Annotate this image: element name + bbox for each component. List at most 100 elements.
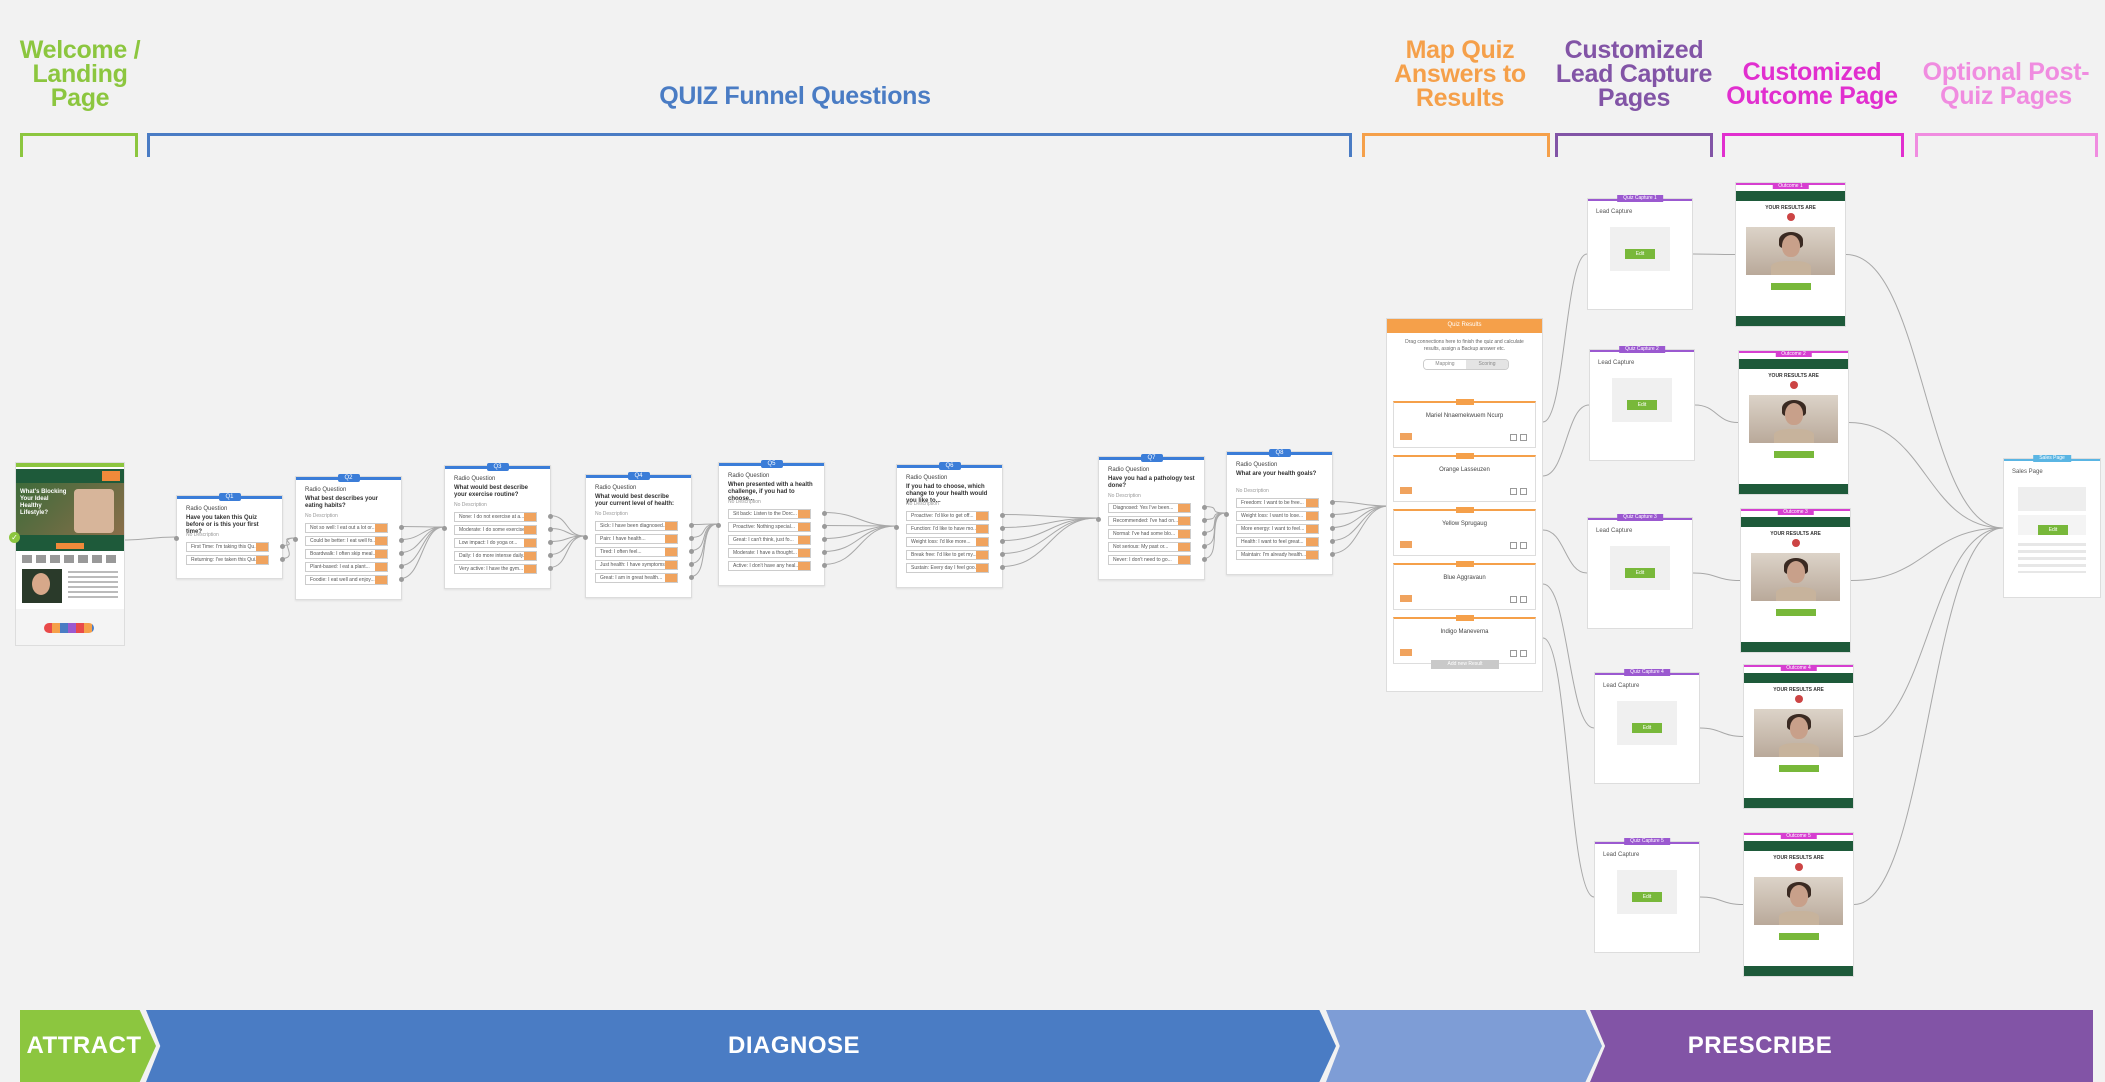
answer-option[interactable]: Pain: I have health...: [595, 534, 678, 544]
result-bucket-4[interactable]: Blue Aggravaun: [1393, 561, 1536, 610]
answer-output-port[interactable]: [1330, 526, 1335, 531]
answer-option[interactable]: Sit back: Listen to the Dorc...: [728, 509, 811, 519]
delete-icon[interactable]: [1520, 434, 1527, 441]
answer-option[interactable]: Great: I can't think, just fo...: [728, 535, 811, 545]
answer-option[interactable]: Sustain: Every day I feel goo...: [906, 563, 989, 573]
outcome-page-5[interactable]: Outcome 5 YOUR RESULTS ARE: [1743, 832, 1854, 977]
answer-option[interactable]: Weight loss: I want to lose...: [1236, 511, 1319, 521]
answer-output-port[interactable]: [822, 524, 827, 529]
toggle-mapping[interactable]: Mapping: [1424, 360, 1466, 369]
answer-output-port[interactable]: [689, 562, 694, 567]
question-input-port[interactable]: [174, 536, 179, 541]
video-thumbnail[interactable]: [1754, 877, 1843, 925]
answer-option[interactable]: Low impact: I do yoga or...: [454, 538, 537, 548]
answer-option[interactable]: Returning: I've taken this Qui...: [186, 555, 269, 565]
answer-option[interactable]: Maintain: I'm already health...: [1236, 550, 1319, 560]
outcome-page-3[interactable]: Outcome 3 YOUR RESULTS ARE: [1740, 508, 1851, 653]
answer-output-port[interactable]: [689, 536, 694, 541]
lead-capture-page-5[interactable]: Quiz Capture 5 Lead Capture Edit: [1594, 838, 1700, 953]
result-bucket-1[interactable]: Mariel Nnaemekwuem Ncurp: [1393, 399, 1536, 448]
edit-icon[interactable]: [1510, 488, 1517, 495]
question-card-3[interactable]: Q3 Radio Question What would best describe…: [442, 463, 553, 589]
answer-option[interactable]: Daily: I do more intense daily...: [454, 551, 537, 561]
answer-output-port[interactable]: [1000, 539, 1005, 544]
video-thumbnail[interactable]: [1749, 395, 1838, 443]
lead-edit-button[interactable]: Edit: [1625, 249, 1655, 259]
outcome-cta-button[interactable]: [1778, 765, 1819, 772]
answer-option[interactable]: Never: I don't need to go...: [1108, 555, 1191, 565]
result-bucket-5[interactable]: Indigo Maneverna: [1393, 615, 1536, 664]
outcome-page-1[interactable]: Outcome 1 YOUR RESULTS ARE: [1735, 182, 1846, 327]
video-thumbnail[interactable]: [1746, 227, 1835, 275]
question-card-4[interactable]: Q4 Radio Question What would best describe…: [583, 472, 694, 598]
answer-output-port[interactable]: [1202, 557, 1207, 562]
outcome-page-4[interactable]: Outcome 4 YOUR RESULTS ARE: [1743, 664, 1854, 809]
answer-output-port[interactable]: [399, 564, 404, 569]
answer-output-port[interactable]: [1000, 513, 1005, 518]
video-thumbnail[interactable]: [1751, 553, 1840, 601]
answer-output-port[interactable]: [689, 575, 694, 580]
answer-option[interactable]: Not serious: My past or...: [1108, 542, 1191, 552]
answer-output-port[interactable]: [822, 563, 827, 568]
question-input-port[interactable]: [442, 526, 447, 531]
delete-icon[interactable]: [1520, 542, 1527, 549]
question-input-port[interactable]: [894, 525, 899, 530]
answer-option[interactable]: Recommended: I've had on...: [1108, 516, 1191, 526]
mapping-toggle[interactable]: Mapping Scoring: [1423, 359, 1509, 370]
answer-output-port[interactable]: [1000, 565, 1005, 570]
question-card-2[interactable]: Q2 Radio Question What best describes your…: [293, 474, 404, 600]
answer-option[interactable]: Just health: I have symptoms...: [595, 560, 678, 570]
answer-output-port[interactable]: [689, 523, 694, 528]
answer-output-port[interactable]: [280, 557, 285, 562]
result-bucket-3[interactable]: Yellow Sprugaug: [1393, 507, 1536, 556]
post-page-edit-button[interactable]: Edit: [2038, 525, 2068, 535]
toggle-scoring[interactable]: Scoring: [1466, 360, 1508, 369]
delete-icon[interactable]: [1520, 650, 1527, 657]
answer-output-port[interactable]: [548, 566, 553, 571]
answer-option[interactable]: Function: I'd like to have mo...: [906, 524, 989, 534]
quiz-results-mapping-card[interactable]: Quiz Results Drag connections here to fi…: [1386, 318, 1543, 692]
answer-option[interactable]: Break free: I'd like to get my...: [906, 550, 989, 560]
answer-option[interactable]: Boardwalk: I often skip meal...: [305, 549, 388, 559]
answer-option[interactable]: Great: I am in great health...: [595, 573, 678, 583]
video-thumbnail[interactable]: [1754, 709, 1843, 757]
answer-output-port[interactable]: [1202, 518, 1207, 523]
answer-option[interactable]: Moderate: I do some exercise...: [454, 525, 537, 535]
question-input-port[interactable]: [583, 535, 588, 540]
question-input-port[interactable]: [716, 523, 721, 528]
answer-output-port[interactable]: [1330, 552, 1335, 557]
answer-option[interactable]: Freedom: I want to be free...: [1236, 498, 1319, 508]
answer-option[interactable]: More energy: I want to feel...: [1236, 524, 1319, 534]
edit-icon[interactable]: [1510, 596, 1517, 603]
outcome-cta-button[interactable]: [1770, 283, 1811, 290]
question-card-1[interactable]: Q1 Radio Question Have you taken this Quiz…: [174, 493, 285, 579]
question-input-port[interactable]: [293, 537, 298, 542]
answer-option[interactable]: Very active: I have the gym...: [454, 564, 537, 574]
result-bucket-2[interactable]: Orange Lasseuzen: [1393, 453, 1536, 502]
lead-capture-page-2[interactable]: Quiz Capture 2 Lead Capture Edit: [1589, 346, 1695, 461]
answer-option[interactable]: Weight loss: I'd like more...: [906, 537, 989, 547]
lead-edit-button[interactable]: Edit: [1627, 400, 1657, 410]
answer-output-port[interactable]: [822, 511, 827, 516]
outcome-cta-button[interactable]: [1775, 609, 1816, 616]
question-input-port[interactable]: [1096, 517, 1101, 522]
delete-icon[interactable]: [1520, 488, 1527, 495]
answer-option[interactable]: None: I do not exercise at a...: [454, 512, 537, 522]
outcome-cta-button[interactable]: [1778, 933, 1819, 940]
answer-option[interactable]: Plant-based: I eat a plant...: [305, 562, 388, 572]
answer-option[interactable]: Not so well: I eat out a lot or...: [305, 523, 388, 533]
lead-capture-page-1[interactable]: Quiz Capture 1 Lead Capture Edit: [1587, 195, 1693, 310]
lead-capture-page-3[interactable]: Quiz Capture 3 Lead Capture Edit: [1587, 514, 1693, 629]
question-input-port[interactable]: [1224, 512, 1229, 517]
edit-icon[interactable]: [1510, 542, 1517, 549]
answer-option[interactable]: Diagnosed: Yes I've been...: [1108, 503, 1191, 513]
edit-icon[interactable]: [1510, 434, 1517, 441]
question-card-5[interactable]: Q5 Radio Question When presented with a he…: [716, 460, 827, 586]
answer-option[interactable]: Health: I want to feel great...: [1236, 537, 1319, 547]
lead-edit-button[interactable]: Edit: [1632, 892, 1662, 902]
answer-output-port[interactable]: [689, 549, 694, 554]
answer-output-port[interactable]: [1202, 544, 1207, 549]
answer-option[interactable]: Normal: I've had some blo...: [1108, 529, 1191, 539]
question-card-8[interactable]: Q8 Radio Question What are your health goa…: [1224, 449, 1335, 575]
answer-output-port[interactable]: [1330, 500, 1335, 505]
